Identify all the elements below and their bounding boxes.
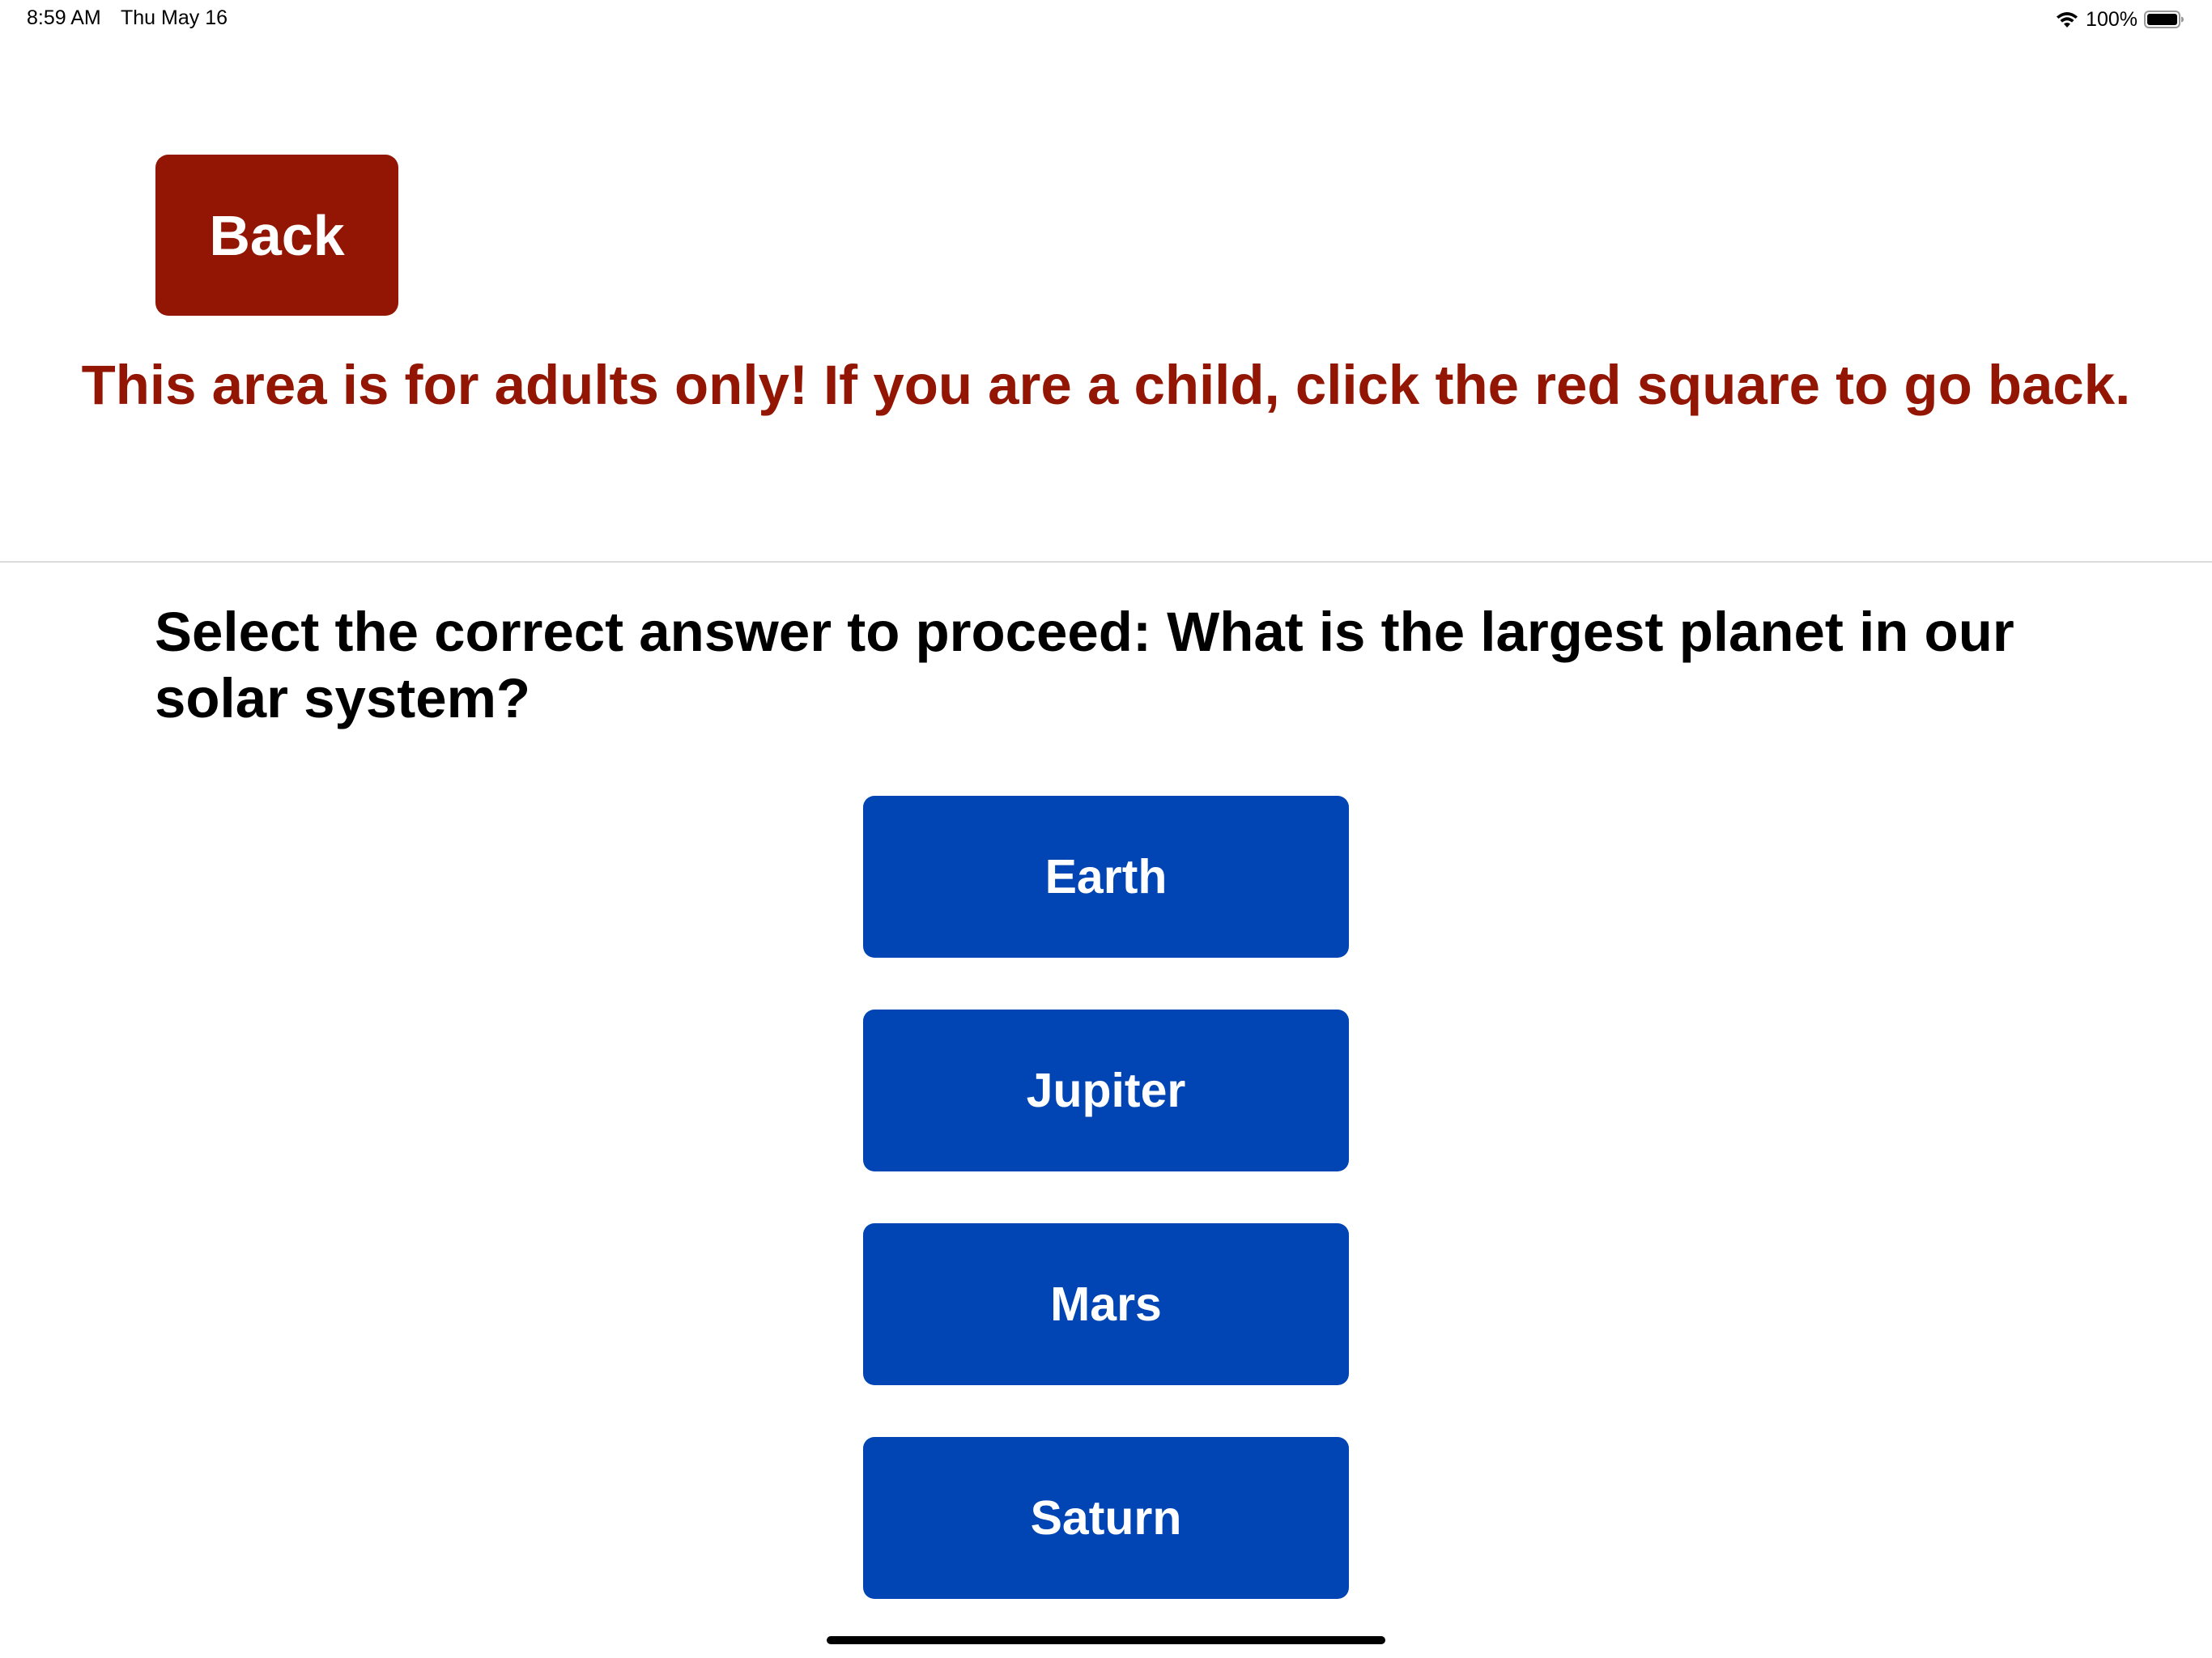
answer-button-saturn[interactable]: Saturn xyxy=(863,1437,1349,1599)
back-button[interactable]: Back xyxy=(155,155,398,316)
home-indicator[interactable] xyxy=(827,1636,1385,1644)
status-bar: 8:59 AM Thu May 16 100% xyxy=(0,0,2212,39)
battery-icon xyxy=(2144,11,2184,28)
status-date: Thu May 16 xyxy=(121,6,228,29)
answer-list: Earth Jupiter Mars Saturn xyxy=(863,796,1349,1651)
question-text: Select the correct answer to proceed: Wh… xyxy=(155,601,2014,729)
status-time: 8:59 AM xyxy=(27,6,101,29)
adults-only-warning: This area is for adults only! If you are… xyxy=(81,354,2131,416)
answer-button-earth[interactable]: Earth xyxy=(863,796,1349,958)
answer-button-jupiter[interactable]: Jupiter xyxy=(863,1010,1349,1171)
divider xyxy=(0,561,2212,563)
screen: 8:59 AM Thu May 16 100% Back This area i… xyxy=(0,0,2212,1658)
status-indicators: 100% xyxy=(2055,6,2184,33)
answer-button-mars[interactable]: Mars xyxy=(863,1223,1349,1385)
battery-percentage: 100% xyxy=(2086,7,2138,31)
wifi-icon xyxy=(2057,12,2078,28)
